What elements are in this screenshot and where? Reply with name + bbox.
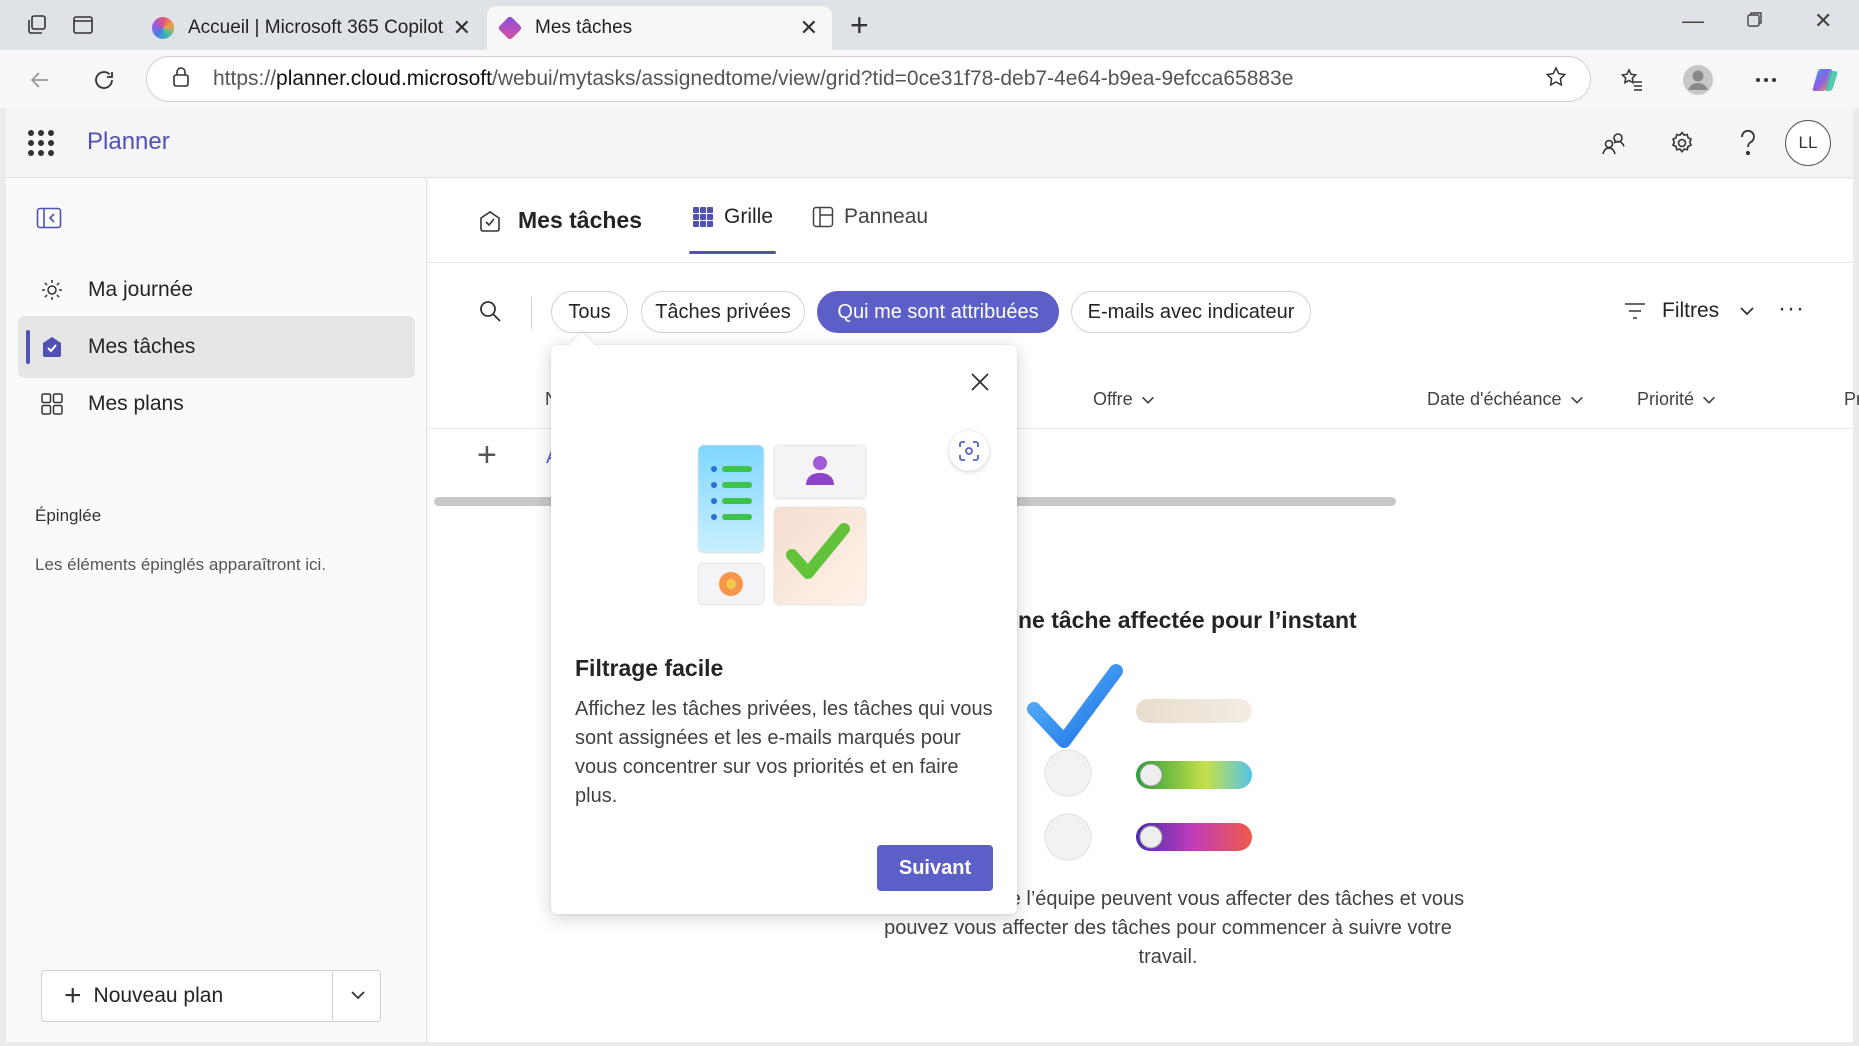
close-tab-icon[interactable]: ✕ [453,15,471,41]
browser-tab-planner[interactable]: Mes tâches ✕ [487,6,832,50]
address-bar[interactable]: https://planner.cloud.microsoft/webui/my… [146,56,1591,102]
chevron-down-icon[interactable] [348,985,368,1010]
browser-tab-copilot[interactable]: Accueil | Microsoft 365 Copilot ✕ [140,6,485,50]
share-feedback-icon[interactable] [1596,125,1632,161]
scan-icon[interactable] [949,431,989,471]
column-label: Date d'échéance [1427,389,1562,409]
sidebar-item-label: Mes tâches [88,335,196,358]
favorite-star-icon[interactable] [1544,65,1568,94]
chevron-down-icon [1700,391,1718,409]
chevron-down-icon [1568,391,1586,409]
empty-tasks-illustration-icon [1027,664,1252,861]
minimize-icon[interactable]: — [1682,8,1704,34]
filter-icon [1624,302,1646,320]
workspaces-icon[interactable] [18,8,56,42]
sidebar: Ma journée Mes tâches Mes plans Épinglée… [6,179,427,1042]
board-view-icon [812,206,834,228]
sidebar-item-mes-taches[interactable]: Mes tâches [18,316,415,378]
tab-grille[interactable]: Grille [688,205,777,254]
close-window-icon[interactable]: ✕ [1814,8,1832,34]
column-label: Priorité [1637,389,1695,409]
back-icon[interactable] [22,62,58,98]
collapse-sidebar-icon[interactable] [36,207,62,234]
copilot-icon[interactable] [1808,62,1844,98]
grid-view-icon [692,206,714,228]
teaching-popover: Filtrage facile Affichez les tâches priv… [551,332,1017,914]
tab-actions-icon[interactable] [64,8,102,42]
divider [332,971,333,1021]
refresh-icon[interactable] [86,62,122,98]
main-content: Mes tâches Grille Panneau Tous Tâches pr… [428,179,1859,1042]
filter-illustration-icon [697,444,867,606]
tasks-icon [38,335,66,359]
page-title-text: Mes tâches [518,207,643,233]
column-offre[interactable]: Offre [1093,389,1157,410]
close-popover-icon[interactable] [969,371,991,398]
popover-title: Filtrage facile [575,655,724,681]
restore-icon[interactable] [1746,8,1764,34]
filters-label: Filtres [1662,299,1720,322]
popover-body: Affichez les tâches privées, les tâches … [575,698,993,807]
page-header: Mes tâches Grille Panneau [428,179,1853,263]
page-title: Mes tâches [478,207,642,234]
tab-title: Mes tâches [535,17,633,38]
plus-icon: + [477,436,497,474]
copilot-favicon-icon [152,17,174,39]
new-plan-button[interactable]: + Nouveau plan [41,970,381,1022]
grid-icon [38,392,66,416]
settings-gear-icon[interactable] [1664,125,1700,161]
more-options-icon[interactable] [1748,62,1784,98]
close-tab-icon[interactable]: ✕ [800,15,818,41]
filter-pill-qui-me-sont-attribuees[interactable]: Qui me sont attribuées [817,291,1059,333]
divider [531,297,532,329]
planner-favicon-icon [497,15,523,41]
profile-icon[interactable] [1680,62,1716,98]
tab-label: Grille [724,205,774,228]
planner-app: Planner LL Ma journée Mes tâches Mes pla… [6,108,1859,1042]
column-due-date[interactable]: Date d'échéance [1427,389,1586,410]
column-label: Offre [1093,389,1133,409]
browser-tabbar: Accueil | Microsoft 365 Copilot ✕ Mes tâ… [0,0,1859,50]
app-name[interactable]: Planner [87,128,170,156]
help-icon[interactable] [1730,125,1766,161]
column-priority[interactable]: Priorité [1637,389,1718,410]
sidebar-item-mes-plans[interactable]: Mes plans [18,373,415,435]
tab-label: Panneau [844,205,929,228]
chevron-down-icon [1737,301,1757,321]
plus-icon: + [64,979,82,1012]
sidebar-item-label: Ma journée [88,278,194,301]
app-launcher-icon[interactable] [28,130,54,156]
sidebar-item-label: Mes plans [88,392,184,415]
url-text: https://planner.cloud.microsoft/webui/my… [213,67,1294,90]
next-button[interactable]: Suivant [877,845,993,891]
lock-icon[interactable] [171,66,195,93]
more-actions-icon[interactable]: ··· [1778,295,1805,323]
filter-pill-emails-indicateur[interactable]: E-mails avec indicateur [1071,291,1311,333]
pinned-section-title: Épinglée [35,506,102,525]
new-plan-label: Nouveau plan [93,984,224,1007]
filter-pill-tous[interactable]: Tous [551,291,628,333]
chevron-down-icon [1139,391,1157,409]
sun-icon [38,278,66,302]
new-tab-icon[interactable]: + [850,8,869,42]
search-icon[interactable] [478,299,502,328]
favorites-icon[interactable] [1614,62,1650,98]
tasks-outline-icon [478,209,502,233]
sidebar-item-ma-journee[interactable]: Ma journée [18,259,415,321]
app-header: Planner LL [6,108,1853,178]
browser-toolbar: https://planner.cloud.microsoft/webui/my… [0,50,1859,108]
tab-title: Accueil | Microsoft 365 Copilot [188,17,444,38]
tab-panneau[interactable]: Panneau [812,205,928,229]
filters-button[interactable]: Filtres [1624,299,1757,323]
column-next[interactable]: Pr [1844,389,1859,410]
filter-pill-taches-privees[interactable]: Tâches privées [641,291,805,333]
user-avatar[interactable]: LL [1785,120,1831,166]
pinned-empty-text: Les éléments épinglés apparaîtront ici. [35,555,327,574]
empty-state-title: ne tâche affectée pour l’instant [1018,607,1357,633]
